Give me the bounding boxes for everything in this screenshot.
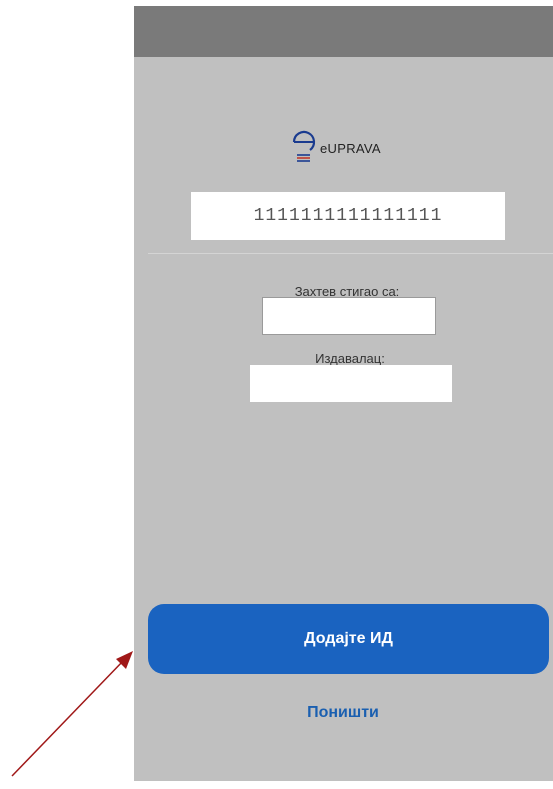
divider: [148, 253, 553, 254]
issuer-label: Издавалац:: [315, 351, 385, 366]
phone-screen: eUPRAVA 1111111111111111 Захтев стигао с…: [134, 6, 553, 781]
eprava-logo: eUPRAVA: [290, 126, 420, 172]
status-bar: [134, 6, 553, 57]
logo-text: eUPRAVA: [320, 141, 381, 156]
cancel-button[interactable]: Поништи: [258, 704, 428, 722]
request-from-field: [262, 297, 436, 335]
screenshot-canvas: eUPRAVA 1111111111111111 Захтев стигао с…: [0, 0, 553, 789]
eprava-logo-icon: [292, 130, 316, 162]
add-id-button[interactable]: Додајте ИД: [148, 604, 549, 674]
issuer-field: [250, 365, 452, 402]
id-number-field: 1111111111111111: [191, 192, 505, 240]
